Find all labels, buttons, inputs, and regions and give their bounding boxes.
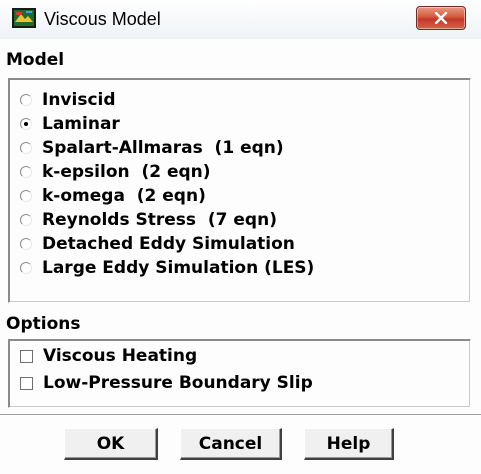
radio-button[interactable] [20, 190, 32, 202]
radio-label: k-epsilon (2 eqn) [42, 162, 211, 182]
dialog-body: Model Inviscid Laminar Spalart-Allmaras … [0, 39, 481, 474]
radio-button[interactable] [20, 262, 32, 274]
radio-label: Inviscid [42, 90, 116, 110]
radio-label: k-omega (2 eqn) [42, 186, 206, 206]
model-heading: Model [6, 50, 65, 70]
help-button[interactable]: Help [304, 428, 394, 460]
radio-button[interactable] [20, 94, 32, 106]
radio-k-epsilon[interactable]: k-epsilon (2 eqn) [20, 160, 211, 184]
radio-label: Large Eddy Simulation (LES) [42, 258, 315, 278]
radio-laminar[interactable]: Laminar [20, 112, 120, 136]
title-bar[interactable]: Viscous Model [0, 0, 481, 39]
radio-button-selected[interactable] [20, 118, 32, 130]
ok-button[interactable]: OK [64, 428, 158, 460]
radio-detached-eddy-simulation[interactable]: Detached Eddy Simulation [20, 232, 295, 256]
radio-button[interactable] [20, 166, 32, 178]
radio-reynolds-stress[interactable]: Reynolds Stress (7 eqn) [20, 208, 277, 232]
radio-label: Reynolds Stress (7 eqn) [42, 210, 277, 230]
cancel-button[interactable]: Cancel [180, 428, 282, 460]
checkbox[interactable] [20, 376, 33, 390]
close-icon [434, 12, 448, 24]
radio-label: Detached Eddy Simulation [42, 234, 295, 254]
separator [0, 414, 481, 416]
radio-button[interactable] [20, 142, 32, 154]
checkbox-viscous-heating[interactable]: Viscous Heating [20, 344, 197, 368]
radio-spalart-allmaras[interactable]: Spalart-Allmaras (1 eqn) [20, 136, 284, 160]
viscous-model-dialog: Viscous Model Model Inviscid Laminar Spa… [0, 0, 481, 474]
radio-label: Spalart-Allmaras (1 eqn) [42, 138, 284, 158]
checkbox[interactable] [20, 349, 33, 363]
checkbox-low-pressure-boundary-slip[interactable]: Low-Pressure Boundary Slip [20, 371, 313, 395]
radio-button[interactable] [20, 238, 32, 250]
radio-label: Laminar [42, 114, 120, 134]
radio-large-eddy-simulation[interactable]: Large Eddy Simulation (LES) [20, 256, 314, 280]
radio-button[interactable] [20, 214, 32, 226]
app-icon [12, 8, 36, 28]
close-button[interactable] [416, 6, 466, 30]
radio-k-omega[interactable]: k-omega (2 eqn) [20, 184, 206, 208]
checkbox-label: Viscous Heating [43, 346, 198, 366]
radio-inviscid[interactable]: Inviscid [20, 88, 116, 112]
window-title: Viscous Model [44, 9, 161, 29]
checkbox-label: Low-Pressure Boundary Slip [43, 373, 313, 393]
options-heading: Options [6, 314, 81, 334]
